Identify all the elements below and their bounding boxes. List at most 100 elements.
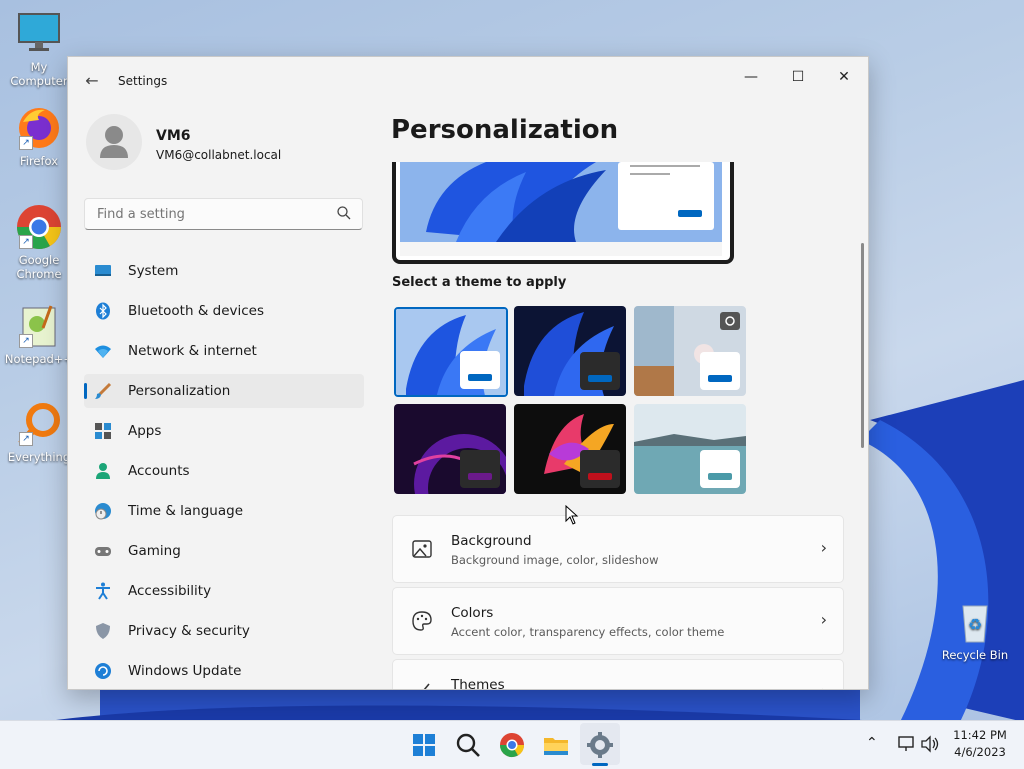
sidebar-item-label: Personalization <box>128 383 231 399</box>
sidebar-item-label: Apps <box>128 423 162 439</box>
theme-option[interactable] <box>514 306 626 396</box>
file-explorer-icon[interactable] <box>540 729 572 761</box>
sidebar-item-label: System <box>128 263 179 279</box>
accessibility-icon <box>96 582 110 600</box>
settings-window: ← Settings — ☐ ✕ VM6 VM6@collabnet.local… <box>67 56 869 690</box>
search-box[interactable] <box>84 198 363 230</box>
settings-icon[interactable] <box>584 729 616 761</box>
sidebar-item-label: Windows Update <box>128 663 242 679</box>
active-indicator <box>84 383 87 399</box>
close-button[interactable]: ✕ <box>821 61 867 93</box>
theme-option[interactable] <box>394 307 508 397</box>
row-subtitle: Background image, color, slideshow <box>451 553 659 567</box>
clock-time[interactable]: 11:42 PM <box>946 728 1014 742</box>
notepadpp-icon: ↗ <box>15 302 63 350</box>
sidebar-item-label: Network & internet <box>128 343 257 359</box>
sidebar-item-time-language[interactable]: Time & language <box>84 494 364 528</box>
theme-card <box>460 450 500 488</box>
avatar[interactable] <box>86 114 142 170</box>
globe-clock-icon <box>95 503 111 520</box>
firefox-icon: ↗ <box>15 104 63 152</box>
network-icon[interactable] <box>897 735 917 753</box>
theme-section-heading: Select a theme to apply <box>392 275 567 290</box>
back-arrow-icon: ← <box>85 71 99 90</box>
page-title: Personalization <box>391 115 619 145</box>
sidebar-item-accessibility[interactable]: Accessibility <box>84 574 364 608</box>
monitor-icon <box>15 10 63 58</box>
sidebar-item-windows-update[interactable]: Windows Update <box>84 654 364 688</box>
sidebar-item-network[interactable]: Network & internet <box>84 334 364 368</box>
desktop-icon-my-computer[interactable]: My Computer <box>1 10 77 88</box>
running-indicator <box>592 763 608 766</box>
colors-setting[interactable]: Colors Accent color, transparency effect… <box>392 587 844 655</box>
sidebar-item-label: Accessibility <box>128 583 212 599</box>
background-setting[interactable]: Background Background image, color, slid… <box>392 515 844 583</box>
scrollbar[interactable] <box>861 243 864 448</box>
sidebar-item-privacy[interactable]: Privacy & security <box>84 614 364 648</box>
desktop-icon-label: Recycle Bin <box>941 648 1009 662</box>
theme-card <box>460 351 500 389</box>
desktop-icon-label: My Computer <box>10 60 68 88</box>
desktop-icon-everything[interactable]: ↗ Everything <box>1 400 77 464</box>
image-icon <box>412 540 432 558</box>
shield-icon <box>96 623 110 639</box>
theme-option[interactable] <box>514 404 626 494</box>
desktop-icon-label: Notepad++ <box>4 352 74 366</box>
sidebar-item-bluetooth[interactable]: Bluetooth & devices <box>84 294 364 328</box>
user-email: VM6@collabnet.local <box>156 148 282 162</box>
recycle-bin-icon: ♻ <box>951 598 999 646</box>
person-icon <box>96 463 110 479</box>
maximize-button[interactable]: ☐ <box>775 61 821 93</box>
search-icon <box>337 206 351 220</box>
brush-icon <box>95 382 112 399</box>
theme-card <box>700 450 740 488</box>
row-title: Background <box>451 533 532 549</box>
theme-card <box>580 352 620 390</box>
sidebar-item-gaming[interactable]: Gaming <box>84 534 364 568</box>
sidebar-item-personalization[interactable]: Personalization <box>84 374 364 408</box>
clock-date[interactable]: 4/6/2023 <box>946 745 1014 759</box>
theme-card <box>580 450 620 488</box>
mouse-cursor-icon <box>565 505 579 525</box>
theme-card <box>700 352 740 390</box>
desktop-icon-label: Everything <box>7 450 71 464</box>
chevron-up-icon[interactable]: ⌃ <box>866 735 878 751</box>
desktop-icon-chrome[interactable]: ↗ Google Chrome <box>1 203 77 281</box>
start-icon[interactable] <box>408 729 440 761</box>
row-subtitle: Accent color, transparency effects, colo… <box>451 625 725 639</box>
theme-option[interactable] <box>394 404 506 494</box>
chevron-right-icon: › <box>821 682 827 689</box>
update-icon <box>95 663 111 679</box>
wifi-icon <box>95 345 111 358</box>
camera-icon <box>720 312 740 330</box>
system-icon <box>95 265 111 276</box>
sidebar-item-label: Time & language <box>128 503 244 519</box>
chrome-icon[interactable] <box>496 729 528 761</box>
desktop-icon-firefox[interactable]: ↗ Firefox <box>1 104 77 168</box>
back-button[interactable]: ← <box>78 69 106 93</box>
sidebar-item-accounts[interactable]: Accounts <box>84 454 364 488</box>
sidebar-item-system[interactable]: System <box>84 254 364 288</box>
minimize-button[interactable]: — <box>728 61 774 93</box>
row-title: Colors <box>451 605 494 621</box>
bluetooth-icon <box>96 302 110 320</box>
window-title: Settings <box>118 74 168 88</box>
theme-option[interactable] <box>634 306 746 396</box>
brush-icon <box>423 683 430 689</box>
search-icon[interactable] <box>452 729 484 761</box>
desktop-icon-recycle-bin[interactable]: ♻ Recycle Bin <box>937 598 1013 662</box>
sidebar-item-apps[interactable]: Apps <box>84 414 364 448</box>
title-bar: ← Settings — ☐ ✕ <box>68 57 868 101</box>
desktop-icon-notepadpp[interactable]: ↗ Notepad++ <box>1 302 77 366</box>
chevron-right-icon: › <box>820 538 827 557</box>
themes-setting[interactable]: Themes › <box>392 659 844 689</box>
desktop-icon-label: Firefox <box>19 154 59 168</box>
volume-icon[interactable] <box>920 735 940 753</box>
search-input[interactable] <box>95 206 329 223</box>
desktop-icon-label: Google Chrome <box>16 253 62 281</box>
theme-option[interactable] <box>634 404 746 494</box>
taskbar: ⌃ <box>0 720 1024 769</box>
sidebar-item-label: Accounts <box>128 463 190 479</box>
svg-text:♻: ♻ <box>968 615 982 634</box>
chrome-icon: ↗ <box>15 203 63 251</box>
